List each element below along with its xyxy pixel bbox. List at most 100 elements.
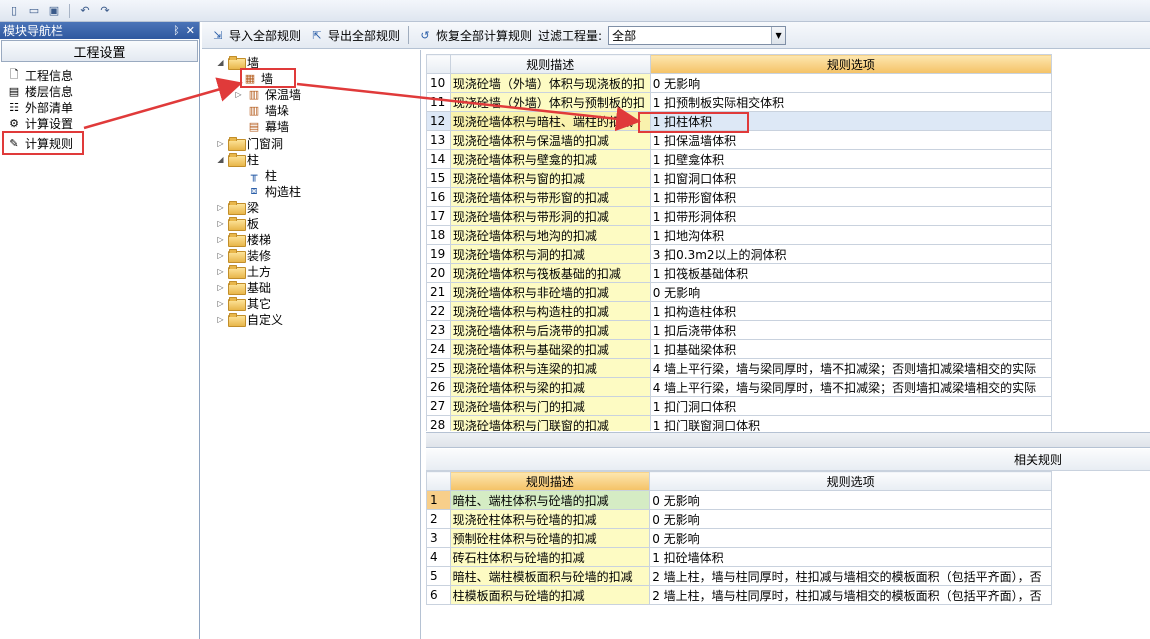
- nav-item-floor-info[interactable]: ▤ 楼层信息: [6, 83, 199, 99]
- import-all-rules-button[interactable]: ⇲ 导入全部规则: [208, 27, 303, 44]
- expand-icon[interactable]: ▷: [216, 283, 225, 292]
- rule-option-cell[interactable]: 1 扣窗洞口体积: [649, 168, 1052, 188]
- expand-icon[interactable]: ▷: [216, 203, 225, 212]
- nav-item-project-info[interactable]: 🗋 工程信息: [6, 67, 199, 83]
- tree-node-beam[interactable]: ▷ 梁: [216, 199, 259, 215]
- tree-node-earthwork[interactable]: ▷ 土方: [216, 263, 271, 279]
- expand-icon[interactable]: ▷: [216, 315, 225, 324]
- table-row[interactable]: 21 现浇砼墙体积与非砼墙的扣减 0 无影响: [426, 282, 1052, 302]
- rule-option-cell[interactable]: 1 扣带形洞体积: [649, 206, 1052, 226]
- table-row[interactable]: 24 现浇砼墙体积与基础梁的扣减 1 扣基础梁体积: [426, 339, 1052, 359]
- chevron-down-icon[interactable]: ▼: [771, 26, 786, 44]
- rule-option-cell[interactable]: 1 扣基础梁体积: [649, 339, 1052, 359]
- expand-icon[interactable]: ▷: [216, 139, 225, 148]
- table-row[interactable]: 2 现浇砼柱体积与砼墙的扣减 0 无影响: [426, 509, 1052, 529]
- pin-icon[interactable]: ᛒ: [173, 24, 180, 37]
- save-icon[interactable]: ▣: [46, 3, 62, 19]
- rule-option-cell[interactable]: 0 无影响: [649, 528, 1052, 548]
- tree-node-custom[interactable]: ▷ 自定义: [216, 311, 283, 327]
- redo-icon[interactable]: ↷: [97, 3, 113, 19]
- collapse-icon[interactable]: ◢: [216, 58, 225, 67]
- restore-all-rules-button[interactable]: ↺ 恢复全部计算规则: [415, 27, 534, 44]
- close-icon[interactable]: ✕: [186, 24, 195, 37]
- tree-node-wall[interactable]: ▦ 墙: [240, 68, 296, 88]
- expand-icon[interactable]: ▷: [216, 219, 225, 228]
- rule-option-cell[interactable]: 1 扣壁龛体积: [649, 149, 1052, 169]
- rule-option-cell[interactable]: 2 墙上柱，墙与柱同厚时，柱扣减与墙相交的模板面积（包括平齐面），否: [649, 566, 1052, 586]
- table-row[interactable]: 13 现浇砼墙体积与保温墙的扣减 1 扣保温墙体积: [426, 130, 1052, 150]
- collapse-icon[interactable]: ◢: [216, 155, 225, 164]
- table-row[interactable]: 25 现浇砼墙体积与连梁的扣减 4 墙上平行梁，墙与梁同厚时，墙不扣减梁；否则墙扣减…: [426, 358, 1052, 378]
- tree-node-column[interactable]: ╥ 柱: [246, 167, 277, 183]
- rule-option-cell[interactable]: 1 扣门洞口体积: [649, 396, 1052, 416]
- rule-option-cell[interactable]: 4 墙上平行梁，墙与梁同厚时，墙不扣减梁；否则墙扣减梁墙相交的实际: [649, 358, 1052, 378]
- tree-node-stairs[interactable]: ▷ 楼梯: [216, 231, 271, 247]
- rule-option-cell[interactable]: 2 墙上柱，墙与柱同厚时，柱扣减与墙相交的模板面积（包括平齐面），否: [649, 585, 1052, 605]
- tree-node-door-window[interactable]: ▷ 门窗洞: [216, 135, 283, 151]
- table-row[interactable]: 23 现浇砼墙体积与后浇带的扣减 1 扣后浇带体积: [426, 320, 1052, 340]
- nav-item-calc-settings[interactable]: ⚙ 计算设置: [6, 115, 199, 131]
- tree-node-wall-group[interactable]: ◢ 墙: [216, 54, 259, 70]
- rule-option-cell[interactable]: 0 无影响: [649, 509, 1052, 529]
- table-row[interactable]: 3 预制砼柱体积与砼墙的扣减 0 无影响: [426, 528, 1052, 548]
- table-row[interactable]: 1 暗柱、端柱体积与砼墙的扣减 0 无影响: [426, 490, 1052, 510]
- table-row[interactable]: 27 现浇砼墙体积与门的扣减 1 扣门洞口体积: [426, 396, 1052, 416]
- table-row[interactable]: 22 现浇砼墙体积与构造柱的扣减 1 扣构造柱体积: [426, 301, 1052, 321]
- tree-node-wall-pier[interactable]: ▥ 墙垛: [246, 102, 289, 118]
- tree-node-other[interactable]: ▷ 其它: [216, 295, 271, 311]
- rule-option-cell[interactable]: 1 扣带形窗体积: [649, 187, 1052, 207]
- rule-option-cell[interactable]: 4 墙上平行梁，墙与梁同厚时，墙不扣减梁；否则墙扣减梁墙相交的实际: [649, 377, 1052, 397]
- table-row[interactable]: 19 现浇砼墙体积与洞的扣减 3 扣0.3m2以上的洞体积: [426, 244, 1052, 264]
- rule-option-cell[interactable]: 0 无影响: [649, 282, 1052, 302]
- table-row[interactable]: 6 柱模板面积与砼墙的扣减 2 墙上柱，墙与柱同厚时，柱扣减与墙相交的模板面积（包括…: [426, 585, 1052, 605]
- column-header-option[interactable]: 规则选项: [649, 54, 1052, 74]
- rule-option-cell[interactable]: 1 扣后浇带体积: [649, 320, 1052, 340]
- open-folder-icon[interactable]: ▭: [26, 3, 42, 19]
- table-row[interactable]: 20 现浇砼墙体积与筏板基础的扣减 1 扣筏板基础体积: [426, 263, 1052, 283]
- expand-icon[interactable]: ▷: [216, 251, 225, 260]
- tree-node-curtain-wall[interactable]: ▤ 幕墙: [246, 118, 289, 134]
- table-row[interactable]: 4 砖石柱体积与砼墙的扣减 1 扣砼墙体积: [426, 547, 1052, 567]
- tab-project-settings[interactable]: 工程设置: [1, 40, 198, 62]
- table-row[interactable]: 14 现浇砼墙体积与壁龛的扣减 1 扣壁龛体积: [426, 149, 1052, 169]
- tree-node-constructional-column[interactable]: ⧈ 构造柱: [246, 183, 302, 199]
- column-header-option[interactable]: 规则选项: [649, 471, 1052, 491]
- expand-icon[interactable]: ▷: [216, 267, 225, 276]
- export-all-rules-button[interactable]: ⇱ 导出全部规则: [307, 27, 402, 44]
- column-header-desc[interactable]: 规则描述: [449, 54, 651, 74]
- panel-splitter[interactable]: [426, 432, 1150, 448]
- rule-option-cell[interactable]: 1 扣预制板实际相交体积: [649, 92, 1052, 112]
- rule-option-cell[interactable]: 3 扣0.3m2以上的洞体积: [649, 244, 1052, 264]
- table-row[interactable]: 15 现浇砼墙体积与窗的扣减 1 扣窗洞口体积: [426, 168, 1052, 188]
- expand-icon[interactable]: ▷: [234, 90, 243, 99]
- table-row[interactable]: 28 现浇砼墙体积与门联窗的扣减 1 扣门联窗洞口体积: [426, 415, 1052, 431]
- table-row[interactable]: 18 现浇砼墙体积与地沟的扣减 1 扣地沟体积: [426, 225, 1052, 245]
- rule-option-cell[interactable]: 1 扣砼墙体积: [649, 547, 1052, 567]
- table-row[interactable]: 5 暗柱、端柱模板面积与砼墙的扣减 2 墙上柱，墙与柱同厚时，柱扣减与墙相交的模板面…: [426, 566, 1052, 586]
- rule-option-cell[interactable]: 1 扣地沟体积: [649, 225, 1052, 245]
- rule-option-cell[interactable]: 1 扣保温墙体积: [649, 130, 1052, 150]
- nav-item-external-list[interactable]: ☷ 外部清单: [6, 99, 199, 115]
- table-row[interactable]: 11 现浇砼墙（外墙）体积与预制板的扣 1 扣预制板实际相交体积: [426, 92, 1052, 112]
- expand-icon[interactable]: ▷: [216, 235, 225, 244]
- rule-option-cell[interactable]: 0 无影响: [649, 490, 1052, 510]
- tree-node-decoration[interactable]: ▷ 装修: [216, 247, 271, 263]
- expand-icon[interactable]: ▷: [216, 299, 225, 308]
- rule-option-cell[interactable]: 1 扣门联窗洞口体积: [649, 415, 1052, 431]
- table-row[interactable]: 26 现浇砼墙体积与梁的扣减 4 墙上平行梁，墙与梁同厚时，墙不扣减梁；否则墙扣减梁…: [426, 377, 1052, 397]
- table-row[interactable]: 10 现浇砼墙（外墙）体积与现浇板的扣 0 无影响: [426, 73, 1052, 93]
- filter-quantity-select[interactable]: 全部 ▼: [608, 25, 787, 45]
- tree-node-foundation[interactable]: ▷ 基础: [216, 279, 271, 295]
- rule-option-cell[interactable]: 1 扣筏板基础体积: [649, 263, 1052, 283]
- rule-option-cell[interactable]: 0 无影响: [649, 73, 1052, 93]
- rule-option-cell[interactable]: 1 扣构造柱体积: [649, 301, 1052, 321]
- undo-icon[interactable]: ↶: [77, 3, 93, 19]
- column-header-desc[interactable]: 规则描述: [449, 471, 651, 491]
- nav-item-calc-rules[interactable]: ✎ 计算规则: [2, 131, 84, 155]
- tree-node-column-group[interactable]: ◢ 柱: [216, 151, 259, 167]
- new-file-icon[interactable]: ▯: [6, 3, 22, 19]
- table-row[interactable]: 16 现浇砼墙体积与带形窗的扣减 1 扣带形窗体积: [426, 187, 1052, 207]
- tree-node-insulation-wall[interactable]: ▷ ▥ 保温墙: [234, 86, 301, 102]
- table-row[interactable]: 17 现浇砼墙体积与带形洞的扣减 1 扣带形洞体积: [426, 206, 1052, 226]
- tree-node-slab[interactable]: ▷ 板: [216, 215, 259, 231]
